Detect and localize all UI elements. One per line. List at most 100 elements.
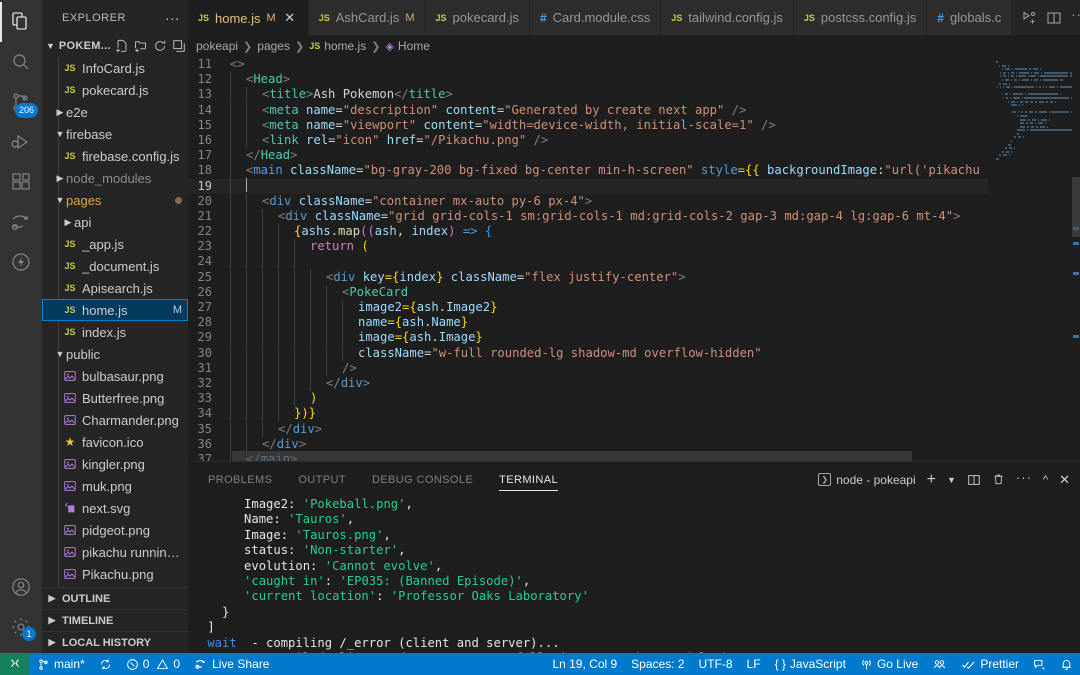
status-encoding[interactable]: UTF-8 <box>692 653 740 675</box>
chevron-right-icon[interactable]: ▶ <box>54 173 66 184</box>
minimap[interactable] <box>988 57 1080 461</box>
status-sync[interactable] <box>92 653 119 675</box>
code-line[interactable]: 24 <box>188 254 988 270</box>
tree-file-pikachu-running-gif[interactable]: pikachu running.gif <box>42 541 188 563</box>
tree-folder-node-modules[interactable]: ▶ node_modules <box>42 167 188 189</box>
tree-file-index-js[interactable]: JS index.js <box>42 321 188 343</box>
status-eol[interactable]: LF <box>740 653 768 675</box>
tab-globals-c[interactable]: # globals.c <box>927 0 1013 35</box>
code-line[interactable]: 14 <meta name="description" content="Gene… <box>188 102 988 118</box>
activity-item-thunder-client[interactable] <box>0 242 42 282</box>
section-timeline[interactable]: ▶ TIMELINE <box>42 609 188 631</box>
code-line[interactable]: 28 name={ash.Name} <box>188 315 988 331</box>
more-actions-icon[interactable]: ··· <box>1016 471 1032 486</box>
tree-file-infocard-js[interactable]: JS InfoCard.js <box>42 57 188 79</box>
tree-file-pokecard-js[interactable]: JS pokecard.js <box>42 79 188 101</box>
tree-file-pidgeot-png[interactable]: pidgeot.png <box>42 519 188 541</box>
code-line[interactable]: 26 <PokeCard <box>188 284 988 300</box>
code-line[interactable]: 36 </div> <box>188 436 988 452</box>
status-go-live[interactable]: Go Live <box>853 653 925 675</box>
code-line[interactable]: 15 <meta name="viewport" content="width=d… <box>188 117 988 133</box>
tab-tailwind-config-js[interactable]: JS tailwind.config.js <box>661 0 794 35</box>
tree-file-firebase-config-js[interactable]: JS firebase.config.js <box>42 145 188 167</box>
code-line[interactable]: 20 <div className="container mx-auto py-6… <box>188 193 988 209</box>
chevron-down-icon[interactable]: ▼ <box>54 195 66 205</box>
status-live-share[interactable]: Live Share <box>187 653 276 675</box>
code-line[interactable]: 19 <box>188 178 988 194</box>
tree-folder-e2e[interactable]: ▶ e2e <box>42 101 188 123</box>
tree-file-apisearch-js[interactable]: JS Apisearch.js <box>42 277 188 299</box>
status-branch[interactable]: main* <box>30 653 92 675</box>
activity-item-accounts[interactable] <box>0 567 42 607</box>
code-line[interactable]: 35 </div> <box>188 421 988 437</box>
chevron-down-icon[interactable]: ▼ <box>947 475 956 485</box>
tab-close-icon[interactable]: ✕ <box>282 10 298 26</box>
code-line[interactable]: 29 image={ash.Image} <box>188 330 988 346</box>
panel-tab-problems[interactable]: PROBLEMS <box>208 462 272 497</box>
code-line[interactable]: 12 <Head> <box>188 72 988 88</box>
code-line[interactable]: 11 <> <box>188 57 988 72</box>
tree-folder-pages[interactable]: ▼ pages <box>42 189 188 211</box>
code-line[interactable]: 13 <title>Ash Pokemon</title> <box>188 87 988 103</box>
code-line[interactable]: 22 {ashs.map((ash, index) => { <box>188 224 988 240</box>
tree-file-pikachu-png[interactable]: Pikachu.png <box>42 563 188 585</box>
tree-file-bulbasaur-png[interactable]: bulbasaur.png <box>42 365 188 387</box>
status-feedback[interactable] <box>1026 653 1053 675</box>
status-prettier[interactable]: Prettier <box>954 653 1026 675</box>
chevron-down-icon[interactable]: ▼ <box>54 129 66 139</box>
breadcrumb-item-home-js[interactable]: home.js <box>324 39 366 53</box>
close-icon[interactable]: ✕ <box>1059 472 1070 488</box>
split-editor-icon[interactable] <box>1046 10 1062 26</box>
code-line[interactable]: 23 return ( <box>188 239 988 255</box>
tree-folder-firebase[interactable]: ▼ firebase <box>42 123 188 145</box>
run-split-icon[interactable] <box>1021 10 1037 26</box>
activity-item-search[interactable] <box>0 42 42 82</box>
tree-folder-public[interactable]: ▼ public <box>42 343 188 365</box>
activity-item-live-share[interactable] <box>0 202 42 242</box>
tree-folder-api[interactable]: ▶ api <box>42 211 188 233</box>
tree-file-favicon-ico[interactable]: ★ favicon.ico <box>42 431 188 453</box>
tab-ashcard-js[interactable]: JS AshCard.js M <box>308 0 426 35</box>
add-terminal-icon[interactable]: + <box>927 471 936 487</box>
new-file-icon[interactable] <box>115 39 129 53</box>
tree-file-document-js[interactable]: JS _document.js <box>42 255 188 277</box>
trash-icon[interactable] <box>992 473 1005 486</box>
tree-file-pokeball-backgro[interactable]: Pokeball backgro... <box>42 585 188 587</box>
code-line[interactable]: 27 image2={ash.Image2} <box>188 300 988 315</box>
status-remote-host[interactable] <box>0 653 30 675</box>
code-line[interactable]: 16 <link rel="icon" href="/Pikachu.png" /… <box>188 132 988 148</box>
code-line[interactable]: 21 <div className="grid grid-cols-1 sm:gr… <box>188 208 988 224</box>
activity-item-run-and-debug[interactable] <box>0 122 42 162</box>
chevron-down-icon[interactable]: ▼ <box>54 349 66 359</box>
status-notifications[interactable] <box>1053 653 1080 675</box>
code-viewport[interactable]: 11 <> 12 <Head> 13 <title>Ash Pokemon</title>… <box>188 57 988 461</box>
activity-item-source-control[interactable]: 206 <box>0 82 42 122</box>
chevron-up-icon[interactable]: ^ <box>1043 474 1048 486</box>
tree-file-muk-png[interactable]: muk.png <box>42 475 188 497</box>
file-tree[interactable]: JS InfoCard.js JS pokecard.js ▶ e2e ▼ firebase J… <box>42 57 188 587</box>
code-line[interactable]: 30 className="w-full rounded-lg shadow-md… <box>188 345 988 361</box>
code-line[interactable]: 17 </Head> <box>188 148 988 164</box>
breadcrumb-item-pokeapi[interactable]: pokeapi <box>196 39 238 53</box>
status-cursor-position[interactable]: Ln 19, Col 9 <box>545 653 624 675</box>
panel-tab-terminal[interactable]: TERMINAL <box>499 462 558 497</box>
status-indentation[interactable]: Spaces: 2 <box>624 653 691 675</box>
tree-file-app-js[interactable]: JS _app.js <box>42 233 188 255</box>
code-line[interactable]: 25 <div key={index} className="flex justi… <box>188 269 988 285</box>
code-line[interactable]: 18 <main className="bg-gray-200 bg-fixed … <box>188 163 988 179</box>
sidebar-more-actions-icon[interactable]: ... <box>165 8 180 25</box>
code-line[interactable]: 32 </div> <box>188 375 988 391</box>
code-content[interactable]: 11 <> 12 <Head> 13 <title>Ash Pokemon</title>… <box>188 57 988 461</box>
explorer-folder-header[interactable]: ▼ POKEM... <box>42 35 188 57</box>
terminal-selector[interactable]: ❯ node - pokeapi <box>818 473 916 487</box>
tree-file-next-svg[interactable]: next.svg <box>42 497 188 519</box>
tree-file-charmander-png[interactable]: Charmander.png <box>42 409 188 431</box>
code-line[interactable]: 33) <box>188 391 988 407</box>
activity-item-settings[interactable]: 1 <box>0 607 42 647</box>
editor-horizontal-scrollbar[interactable] <box>188 451 912 461</box>
more-actions-icon[interactable]: ··· <box>1071 8 1080 24</box>
tab-home-js[interactable]: JS home.js M ✕ <box>188 0 309 35</box>
refresh-icon[interactable] <box>153 39 167 53</box>
status-problems[interactable]: 0 0 <box>119 653 187 675</box>
tree-file-kingler-png[interactable]: kingler.png <box>42 453 188 475</box>
